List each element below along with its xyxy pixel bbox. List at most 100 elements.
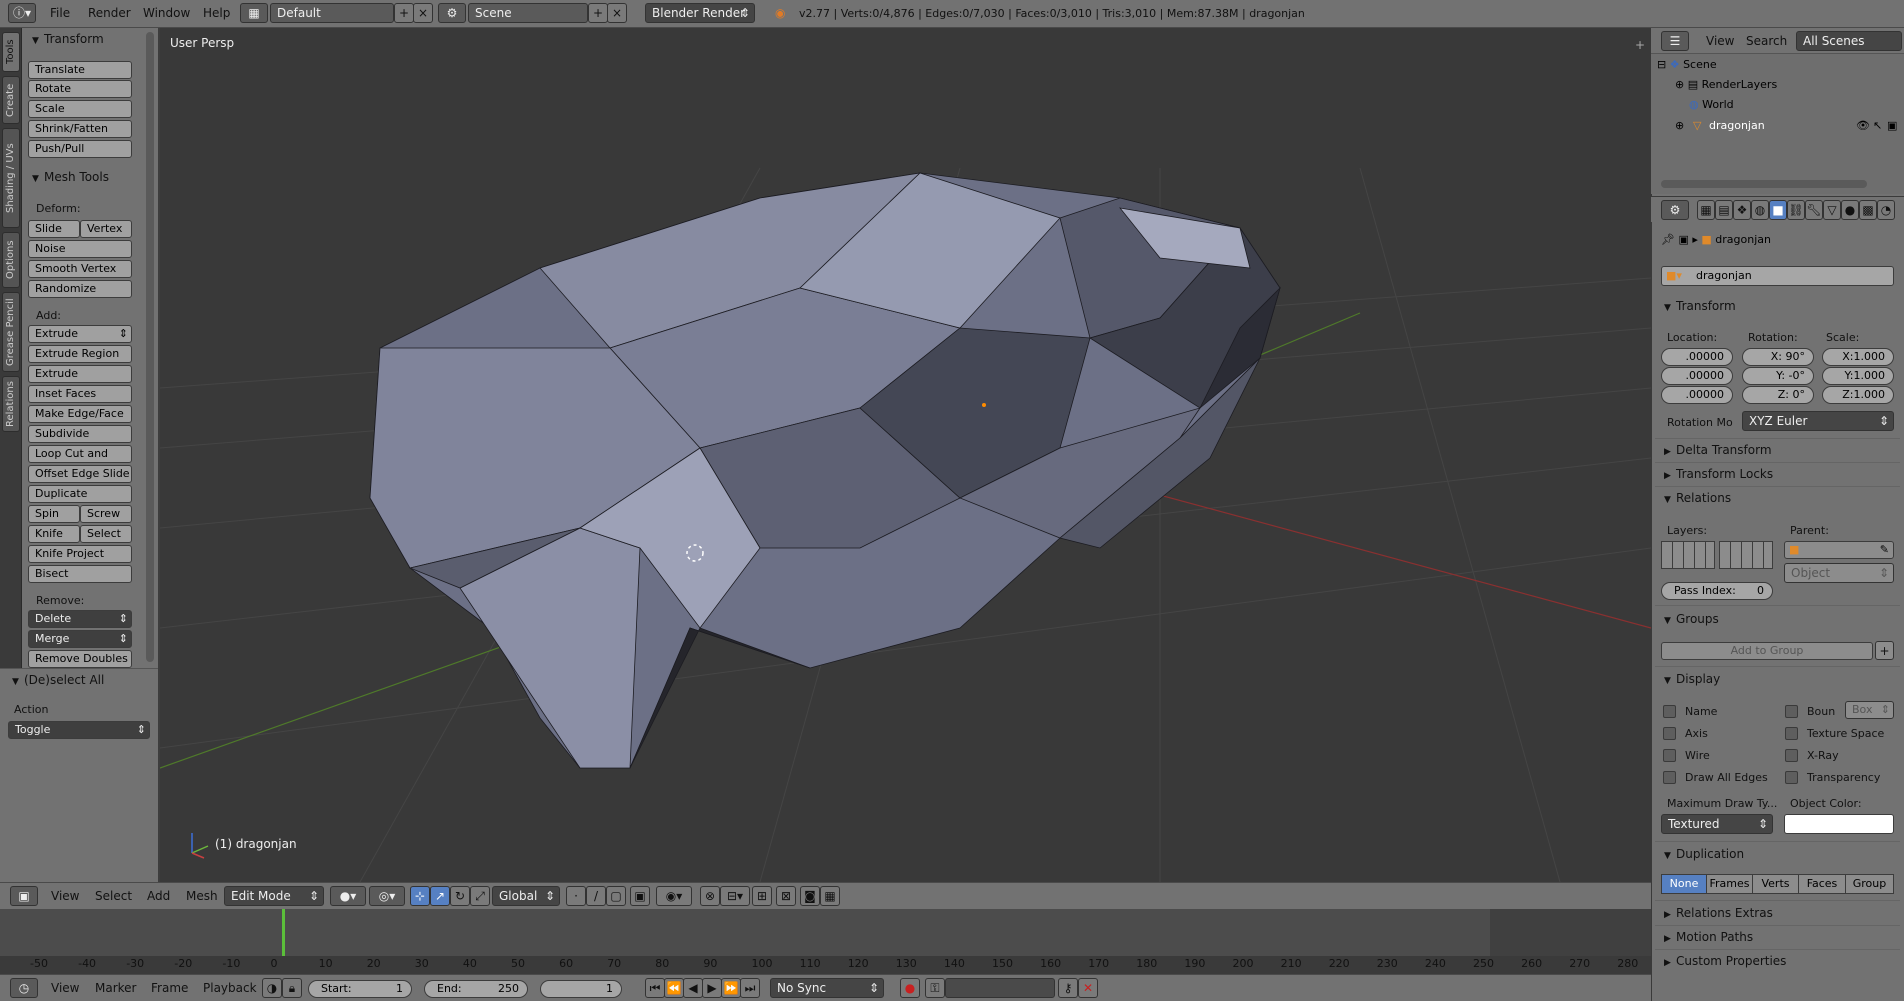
- knife-select-button[interactable]: Select: [80, 525, 132, 543]
- render-preview-icon[interactable]: ◙: [800, 886, 820, 906]
- vertex-select-icon[interactable]: ·: [566, 886, 586, 906]
- outliner-item-dragonjan[interactable]: ⊕ ▽ dragonjan 👁︎ ↖ ▣: [1651, 116, 1904, 136]
- jump-end-icon[interactable]: ⏭: [740, 978, 760, 998]
- start-frame-field[interactable]: Start: 1: [308, 980, 412, 998]
- remove-doubles-button[interactable]: Remove Doubles: [28, 650, 132, 668]
- delta-transform-header[interactable]: ▶ Delta Transform: [1664, 443, 1772, 457]
- name-checkbox[interactable]: [1663, 705, 1676, 718]
- rotation-x-field[interactable]: X: 90°: [1742, 348, 1814, 366]
- snap-target-icon[interactable]: ⊞: [752, 886, 772, 906]
- shrink-fatten-button[interactable]: Shrink/Fatten: [28, 120, 132, 138]
- timeline-menu-view[interactable]: View: [51, 981, 79, 995]
- world-tab-icon[interactable]: ◍: [1751, 200, 1769, 220]
- menu-mesh[interactable]: Mesh: [186, 889, 218, 903]
- viewport-shading-icon[interactable]: ●▾: [330, 886, 366, 906]
- subdivide-button[interactable]: Subdivide: [28, 425, 132, 443]
- layers-grid-left[interactable]: [1661, 541, 1715, 569]
- selectability-cursor-icon[interactable]: ↖: [1873, 119, 1882, 132]
- constraints-tab-icon[interactable]: ⛓: [1787, 200, 1805, 220]
- occlude-geometry-icon[interactable]: ▣: [630, 886, 650, 906]
- relations-header[interactable]: ▼ Relations: [1664, 491, 1731, 505]
- transform-panel-header[interactable]: ▼ Transform: [32, 32, 104, 46]
- texture-tab-icon[interactable]: ▩: [1859, 200, 1877, 220]
- add-to-group-button[interactable]: Add to Group: [1661, 642, 1873, 660]
- render-engine-dropdown[interactable]: Blender Render ⇕: [645, 3, 755, 23]
- render-tab-icon[interactable]: ▦: [1697, 200, 1715, 220]
- snap-icon[interactable]: ⊗: [700, 886, 720, 906]
- object-tab-icon[interactable]: ■: [1769, 200, 1787, 220]
- location-z-field[interactable]: .00000: [1661, 386, 1733, 404]
- location-y-field[interactable]: .00000: [1661, 367, 1733, 385]
- menu-window[interactable]: Window: [143, 6, 190, 20]
- offset-edge-slide-button[interactable]: Offset Edge Slide: [28, 465, 132, 483]
- dup-none-button[interactable]: None: [1661, 874, 1707, 894]
- duplicate-button[interactable]: Duplicate: [28, 485, 132, 503]
- outliner-menu-view[interactable]: View: [1706, 34, 1734, 48]
- bisect-button[interactable]: Bisect: [28, 565, 132, 583]
- extrude-region-button[interactable]: Extrude Region: [28, 345, 132, 363]
- draw-all-edges-checkbox[interactable]: [1663, 771, 1676, 784]
- screen-layout-field[interactable]: Default: [270, 3, 394, 23]
- texture-space-checkbox[interactable]: [1785, 727, 1798, 740]
- screen-layout-icon[interactable]: ▦: [240, 3, 268, 23]
- current-frame-indicator[interactable]: [282, 909, 285, 956]
- play-icon[interactable]: ▶: [702, 978, 722, 998]
- extrude-individual-button[interactable]: Extrude Individual: [28, 365, 132, 396]
- transform-locks-header[interactable]: ▶ Transform Locks: [1664, 467, 1773, 481]
- mode-dropdown[interactable]: Edit Mode ⇕: [224, 886, 324, 906]
- outliner-item-renderlayers[interactable]: ⊕ ▤ RenderLayers: [1675, 78, 1777, 91]
- dup-verts-button[interactable]: Verts: [1752, 874, 1799, 894]
- bounds-checkbox[interactable]: [1785, 705, 1798, 718]
- eyedropper-icon[interactable]: ✎: [1880, 543, 1889, 556]
- edge-select-icon[interactable]: /: [586, 886, 606, 906]
- render-animation-icon[interactable]: ▦: [820, 886, 840, 906]
- tool-shelf-scrollbar[interactable]: [146, 32, 154, 662]
- insert-keyframe-icon[interactable]: ⚷: [1058, 978, 1078, 998]
- slide-edge-button[interactable]: Slide Ed: [28, 220, 80, 251]
- tab-options[interactable]: Options: [2, 232, 20, 288]
- play-reverse-icon[interactable]: ◀: [683, 978, 703, 998]
- keying-set-icon[interactable]: ⚿: [925, 978, 945, 998]
- editor-type-icon[interactable]: ▣: [10, 886, 38, 906]
- outliner-menu-search[interactable]: Search: [1746, 34, 1787, 48]
- timeline-menu-playback[interactable]: Playback: [203, 981, 257, 995]
- record-icon[interactable]: ●: [900, 978, 920, 998]
- rotation-y-field[interactable]: Y: -0°: [1742, 367, 1814, 385]
- menu-view[interactable]: View: [51, 889, 79, 903]
- spin-button[interactable]: Spin: [28, 505, 80, 523]
- tab-shading-uvs[interactable]: Shading / UVs: [2, 128, 20, 228]
- axis-checkbox[interactable]: [1663, 727, 1676, 740]
- lock-icon[interactable]: 🔒︎: [282, 978, 302, 998]
- rotation-z-field[interactable]: Z: 0°: [1742, 386, 1814, 404]
- scale-z-field[interactable]: Z:1.000: [1822, 386, 1894, 404]
- menu-add[interactable]: Add: [147, 889, 170, 903]
- data-tab-icon[interactable]: ▽: [1823, 200, 1841, 220]
- scale-button[interactable]: Scale: [28, 100, 132, 118]
- snap-element-icon[interactable]: ⊟▾: [720, 886, 750, 906]
- scale-x-field[interactable]: X:1.000: [1822, 348, 1894, 366]
- timeline-editor-type-icon[interactable]: ◷: [10, 978, 38, 998]
- dup-group-button[interactable]: Group: [1845, 874, 1894, 894]
- add-group-plus-icon[interactable]: +: [1875, 641, 1894, 660]
- visibility-eye-icon[interactable]: 👁︎: [1856, 119, 1870, 132]
- current-frame-field[interactable]: 1: [540, 980, 622, 998]
- operator-panel-header[interactable]: ▼ (De)select All: [12, 673, 104, 687]
- jump-keyframe-back-icon[interactable]: ⏪: [664, 978, 684, 998]
- relations-extras-header[interactable]: ▶ Relations Extras: [1664, 906, 1773, 920]
- motion-paths-header[interactable]: ▶ Motion Paths: [1664, 930, 1753, 944]
- max-draw-type-dropdown[interactable]: Textured ⇕: [1661, 814, 1773, 834]
- rotate-manipulator-icon[interactable]: ↻: [450, 886, 470, 906]
- delete-keyframe-icon[interactable]: ✕: [1078, 978, 1098, 998]
- noise-button[interactable]: Noise: [28, 240, 132, 258]
- rotate-button[interactable]: Rotate: [28, 80, 132, 98]
- mesh-tools-panel-header[interactable]: ▼ Mesh Tools: [32, 170, 109, 184]
- add-layout-icon[interactable]: +: [394, 3, 414, 23]
- jump-keyframe-forward-icon[interactable]: ⏩: [721, 978, 741, 998]
- transparency-checkbox[interactable]: [1785, 771, 1798, 784]
- outliner[interactable]: ⊟ ❖ Scene ⊕ ▤ RenderLayers ◍ World ⊕ ▽ d…: [1651, 54, 1904, 194]
- action-dropdown[interactable]: Toggle ⇕: [8, 721, 150, 739]
- physics-tab-icon[interactable]: ◔: [1877, 200, 1895, 220]
- manipulator-toggle-icon[interactable]: ⊹: [410, 886, 430, 906]
- wire-checkbox[interactable]: [1663, 749, 1676, 762]
- screw-button[interactable]: Screw: [80, 505, 132, 523]
